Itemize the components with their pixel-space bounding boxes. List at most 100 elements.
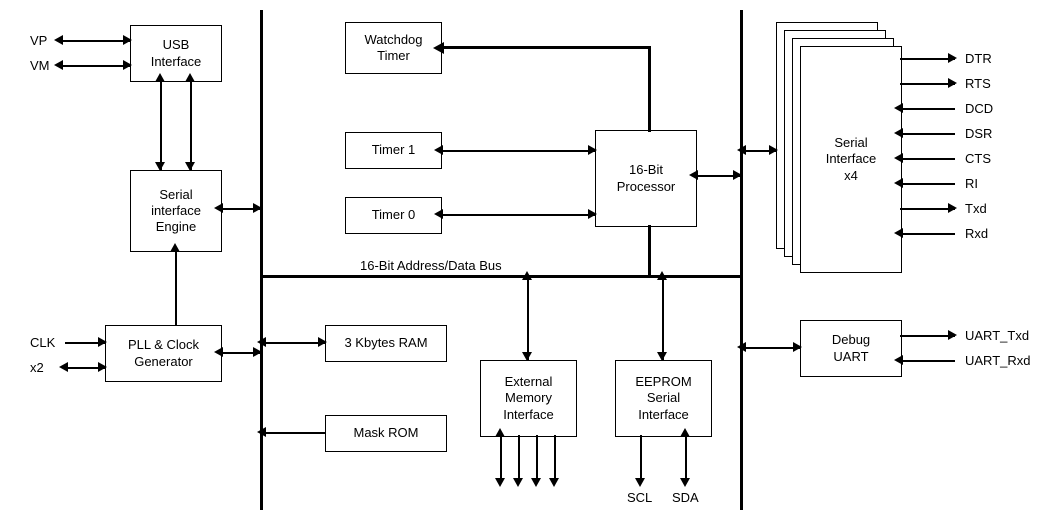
rom-label: Mask ROM xyxy=(354,425,419,441)
conn-dcd xyxy=(900,108,955,110)
extmem-pin xyxy=(500,435,502,480)
extmem-pin xyxy=(536,435,538,480)
signal-dtr: DTR xyxy=(965,51,992,66)
timer1-label: Timer 1 xyxy=(372,142,416,158)
arrow-right-icon xyxy=(123,35,132,45)
arrow-up-icon xyxy=(495,428,505,437)
conn-usb-sie-a xyxy=(160,80,162,170)
signal-scl: SCL xyxy=(627,490,652,505)
arrow-left-icon xyxy=(434,145,443,155)
arrow-left-icon xyxy=(894,153,903,163)
arrow-down-icon xyxy=(495,478,505,487)
signal-rxd: Rxd xyxy=(965,226,988,241)
arrow-left-icon xyxy=(54,35,63,45)
processor-block: 16-BitProcessor xyxy=(595,130,697,227)
conn-dsr xyxy=(900,133,955,135)
conn-cpu-bus xyxy=(648,225,651,277)
arrow-right-icon xyxy=(98,337,107,347)
ext-mem-label: ExternalMemoryInterface xyxy=(503,374,554,423)
ram-block: 3 Kbytes RAM xyxy=(325,325,447,362)
arrow-right-icon xyxy=(948,203,957,213)
conn-extmem-bus xyxy=(527,278,529,360)
extmem-pin xyxy=(518,435,520,480)
extmem-pin xyxy=(554,435,556,480)
arrow-left-icon xyxy=(434,209,443,219)
conn-wdt-cpu-h xyxy=(440,46,650,49)
eeprom-serial-interface-block: EEPROMSerialInterface xyxy=(615,360,712,437)
signal-ri: RI xyxy=(965,176,978,191)
signal-cts: CTS xyxy=(965,151,991,166)
arrow-down-icon xyxy=(549,478,559,487)
wdt-label: WatchdogTimer xyxy=(364,32,422,65)
signal-vm: VM xyxy=(30,58,50,73)
arrow-right-icon xyxy=(318,337,327,347)
arrow-left-icon xyxy=(894,128,903,138)
sie-label: SerialinterfaceEngine xyxy=(151,187,201,236)
signal-uart-rxd: UART_Rxd xyxy=(965,353,1031,368)
debug-uart-label: DebugUART xyxy=(832,332,870,365)
conn-vp xyxy=(60,40,130,42)
pll-clock-generator-block: PLL & ClockGenerator xyxy=(105,325,222,382)
conn-timer0-cpu xyxy=(440,214,595,216)
conn-rom-lbus xyxy=(263,432,325,434)
signal-dsr: DSR xyxy=(965,126,992,141)
signal-rts: RTS xyxy=(965,76,991,91)
serial-interface-x4-block: SerialInterfacex4 xyxy=(800,46,902,273)
conn-debug-rbus xyxy=(743,347,800,349)
arrow-right-icon xyxy=(253,203,262,213)
conn-ram-lbus xyxy=(263,342,325,344)
timer1-block: Timer 1 xyxy=(345,132,442,169)
arrow-right-icon xyxy=(948,330,957,340)
arrow-left-icon xyxy=(214,347,223,357)
arrow-left-icon xyxy=(689,170,698,180)
usb-interface-block: USBInterface xyxy=(130,25,222,82)
arrow-left-icon xyxy=(894,103,903,113)
arrow-left-icon xyxy=(894,228,903,238)
conn-vm xyxy=(60,65,130,67)
conn-rxd xyxy=(900,233,955,235)
address-data-bus xyxy=(260,275,743,278)
signal-dcd: DCD xyxy=(965,101,993,116)
arrow-right-icon xyxy=(793,342,802,352)
arrow-up-icon xyxy=(680,428,690,437)
signal-x2: x2 xyxy=(30,360,44,375)
arrow-left-icon xyxy=(737,342,746,352)
arrow-down-icon xyxy=(657,352,667,361)
conn-ri xyxy=(900,183,955,185)
conn-wdt-cpu-v xyxy=(648,46,651,132)
timer0-block: Timer 0 xyxy=(345,197,442,234)
arrow-up-icon xyxy=(522,271,532,280)
conn-sie-pll xyxy=(175,250,177,325)
timer0-label: Timer 0 xyxy=(372,207,416,223)
arrow-left-icon xyxy=(894,355,903,365)
arrow-left-icon xyxy=(257,427,266,437)
arrow-left-icon xyxy=(894,178,903,188)
right-bus xyxy=(740,10,743,510)
watchdog-timer-block: WatchdogTimer xyxy=(345,22,442,74)
arrow-right-icon xyxy=(948,53,957,63)
pll-label: PLL & ClockGenerator xyxy=(128,337,199,370)
serial-x4-label: SerialInterfacex4 xyxy=(826,135,877,184)
arrow-left-icon xyxy=(257,337,266,347)
conn-uart-rxd xyxy=(900,360,955,362)
arrow-left-icon xyxy=(737,145,746,155)
arrow-right-icon xyxy=(98,362,107,372)
signal-txd: Txd xyxy=(965,201,987,216)
conn-uart-txd xyxy=(900,335,955,337)
bus-label: 16-Bit Address/Data Bus xyxy=(360,258,502,273)
mask-rom-block: Mask ROM xyxy=(325,415,447,452)
arrow-down-icon xyxy=(531,478,541,487)
arrow-down-icon xyxy=(635,478,645,487)
conn-eeprom-bus xyxy=(662,278,664,360)
arrow-right-icon xyxy=(948,78,957,88)
cpu-label: 16-BitProcessor xyxy=(617,162,676,195)
arrow-down-icon xyxy=(522,352,532,361)
arrow-down-icon xyxy=(513,478,523,487)
arrow-right-icon xyxy=(588,209,597,219)
arrow-up-icon xyxy=(657,271,667,280)
conn-dtr xyxy=(900,58,955,60)
signal-uart-txd: UART_Txd xyxy=(965,328,1029,343)
arrow-up-icon xyxy=(155,73,165,82)
debug-uart-block: DebugUART xyxy=(800,320,902,377)
external-memory-interface-block: ExternalMemoryInterface xyxy=(480,360,577,437)
